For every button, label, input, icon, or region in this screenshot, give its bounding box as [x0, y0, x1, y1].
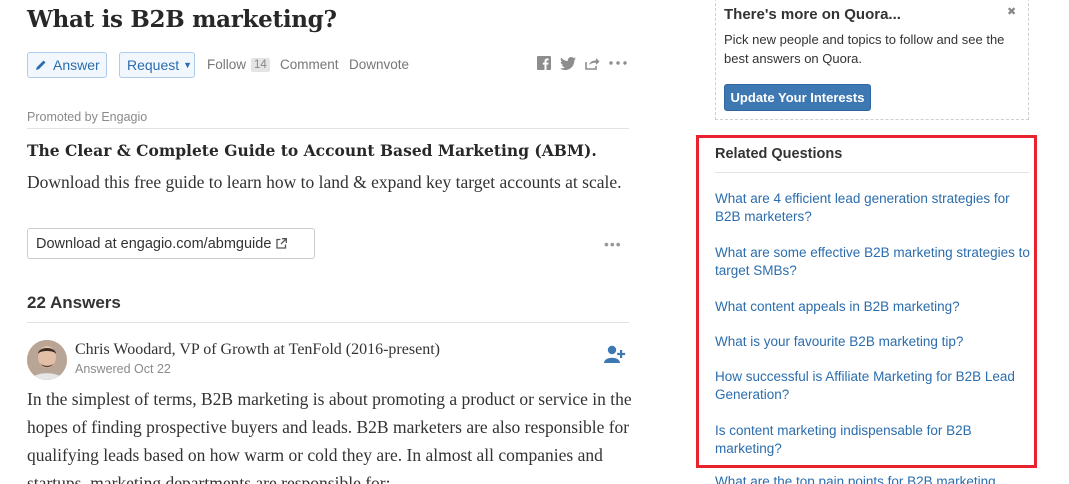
pencil-icon [36, 60, 46, 70]
related-questions-title: Related Questions [715, 146, 843, 162]
promoted-label: Promoted by Engagio [27, 110, 148, 124]
twitter-icon[interactable] [560, 56, 576, 70]
related-question-link[interactable]: What are 4 efficient lead generation str… [715, 190, 1035, 226]
chevron-down-icon: ▼ [183, 60, 193, 70]
answer-button[interactable]: Answer [27, 52, 107, 78]
divider [27, 128, 629, 129]
follow-label: Follow [207, 57, 247, 72]
related-question-link[interactable]: What is your favourite B2B marketing tip… [715, 333, 1035, 351]
answers-count: 22 Answers [27, 293, 121, 312]
update-interests-button[interactable]: Update Your Interests [724, 84, 871, 111]
related-question-link[interactable]: How successful is Affiliate Marketing fo… [715, 368, 1035, 404]
related-question-link[interactable]: What are some effective B2B marketing st… [715, 244, 1035, 280]
answer-body: In the simplest of terms, B2B marketing … [27, 389, 632, 484]
more-options-icon[interactable]: ••• [604, 236, 622, 252]
add-user-icon[interactable] [604, 345, 626, 368]
comment-button[interactable]: Comment [280, 57, 339, 72]
request-button-label: Request [127, 57, 180, 73]
promoted-headline[interactable]: The Clear & Complete Guide to Account Ba… [27, 141, 597, 160]
avatar[interactable] [27, 340, 67, 380]
share-icon[interactable] [585, 57, 600, 70]
follow-button[interactable]: Follow 14 [207, 57, 270, 72]
facebook-icon[interactable] [537, 56, 551, 70]
related-question-link[interactable]: What content appeals in B2B marketing? [715, 298, 1035, 316]
divider [27, 322, 629, 323]
divider [715, 172, 1029, 173]
download-button[interactable]: Download at engagio.com/abmguide [27, 228, 315, 259]
related-question-link[interactable]: What are the top pain points for B2B mar… [715, 474, 996, 484]
more-on-quora-title: There's more on Quora... [724, 6, 901, 23]
author-name[interactable]: Chris Woodard, VP of Growth at TenFold (… [75, 341, 440, 359]
more-icon[interactable] [609, 61, 627, 65]
follow-count: 14 [251, 57, 270, 72]
question-title: What is B2B marketing? [27, 6, 337, 33]
downvote-button[interactable]: Downvote [349, 57, 409, 72]
more-on-quora-text: Pick new people and topics to follow and… [724, 32, 1005, 66]
answered-date[interactable]: Answered Oct 22 [75, 362, 171, 376]
external-link-icon [276, 238, 288, 249]
download-button-label: Download at engagio.com/abmguide [36, 235, 272, 252]
promoted-body: Download this free guide to learn how to… [27, 172, 622, 192]
request-button[interactable]: Request ▼ [119, 52, 195, 78]
question-actions: Answer Request ▼ Follow 14 Comment Downv… [27, 52, 629, 78]
related-question-link[interactable]: Is content marketing indispensable for B… [715, 422, 1035, 458]
share-icons [537, 56, 627, 70]
answer-button-label: Answer [53, 57, 100, 73]
close-icon[interactable]: ✖ [1007, 5, 1016, 18]
